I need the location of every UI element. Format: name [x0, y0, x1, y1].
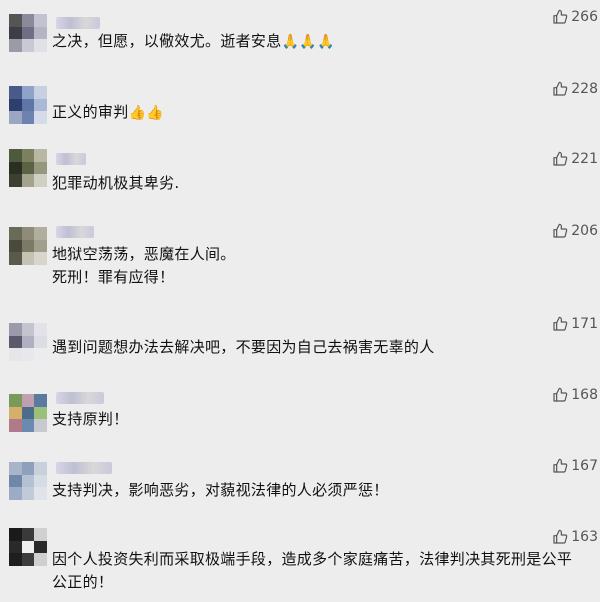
- emoji-icon: 👍👍: [128, 105, 164, 121]
- comment-text: 正义的审判👍👍: [52, 101, 586, 125]
- like-count: 206: [571, 223, 598, 239]
- thumbs-up-icon: [552, 316, 568, 332]
- comment-text-body: 地狱空荡荡，恶魔在人间。 死刑！罪有应得！: [52, 245, 236, 286]
- comment-text: 因个人投资失利而采取极端手段，造成多个家庭痛苦，法律判决其死刑是公平公正的！: [52, 548, 586, 594]
- like-button[interactable]: 163: [552, 526, 598, 548]
- like-button[interactable]: 171: [552, 313, 598, 335]
- blurred-username[interactable]: [56, 462, 112, 474]
- avatar[interactable]: [9, 462, 47, 500]
- avatar[interactable]: [9, 528, 47, 566]
- comment-text: 遇到问题想办法去解决吧，不要因为自己去祸害无辜的人: [52, 336, 586, 359]
- like-count: 171: [571, 316, 598, 332]
- emoji-icon: 🙏🙏🙏: [281, 34, 335, 50]
- like-count: 163: [571, 529, 598, 545]
- like-button[interactable]: 266: [552, 6, 598, 28]
- avatar[interactable]: [9, 323, 47, 361]
- comment-text: 支持原判！: [52, 408, 586, 431]
- like-button[interactable]: 167: [552, 455, 598, 477]
- like-button[interactable]: 168: [552, 384, 598, 406]
- comment-text: 支持判决，影响恶劣，对藐视法律的人必须严惩！: [52, 479, 586, 502]
- thumbs-up-icon: [552, 81, 568, 97]
- like-count: 167: [571, 458, 598, 474]
- thumbs-up-icon: [552, 223, 568, 239]
- like-count: 221: [571, 151, 598, 167]
- like-count: 228: [571, 81, 598, 97]
- comment-text-body: 正义的审判: [52, 103, 129, 121]
- avatar[interactable]: [9, 227, 47, 265]
- comment-text-body: 之决，但愿，以儆效尤。逝者安息: [52, 32, 282, 50]
- thumbs-up-icon: [552, 458, 568, 474]
- blurred-username[interactable]: [56, 226, 94, 238]
- comment-text-body: 犯罪动机极其卑劣.: [52, 174, 180, 192]
- comment-text-body: 遇到问题想办法去解决吧，不要因为自己去祸害无辜的人: [52, 338, 435, 356]
- blurred-username[interactable]: [56, 153, 86, 165]
- avatar[interactable]: [9, 14, 47, 52]
- like-count: 266: [571, 9, 598, 25]
- comment-text: 犯罪动机极其卑劣.: [52, 172, 586, 195]
- like-button[interactable]: 206: [552, 220, 598, 242]
- avatar[interactable]: [9, 86, 47, 124]
- blurred-username[interactable]: [56, 17, 100, 29]
- thumbs-up-icon: [552, 151, 568, 167]
- comment-text-body: 支持原判！: [52, 410, 129, 428]
- blurred-username[interactable]: [56, 392, 104, 404]
- avatar[interactable]: [9, 394, 47, 432]
- thumbs-up-icon: [552, 387, 568, 403]
- like-count: 168: [571, 387, 598, 403]
- like-button[interactable]: 228: [552, 78, 598, 100]
- thumbs-up-icon: [552, 529, 568, 545]
- avatar[interactable]: [9, 149, 47, 187]
- comment-text-body: 支持判决，影响恶劣，对藐视法律的人必须严惩！: [52, 481, 389, 499]
- thumbs-up-icon: [552, 9, 568, 25]
- comment-text-body: 因个人投资失利而采取极端手段，造成多个家庭痛苦，法律判决其死刑是公平公正的！: [52, 550, 573, 591]
- comment-text: 之决，但愿，以儆效尤。逝者安息🙏🙏🙏: [52, 30, 586, 54]
- like-button[interactable]: 221: [552, 148, 598, 170]
- comment-text: 地狱空荡荡，恶魔在人间。 死刑！罪有应得！: [52, 243, 586, 289]
